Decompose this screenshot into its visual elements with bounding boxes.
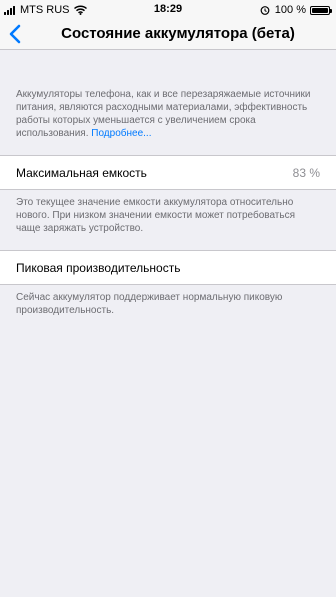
navigation-bar: Состояние аккумулятора (бета) bbox=[0, 20, 336, 50]
status-bar-right: 100 % bbox=[260, 3, 332, 17]
battery-icon bbox=[310, 5, 332, 15]
back-button[interactable] bbox=[6, 22, 28, 46]
status-bar: MTS RUS 18:29 100 % bbox=[0, 0, 336, 20]
page-title: Состояние аккумулятора (бета) bbox=[61, 25, 295, 42]
max-capacity-footer: Это текущее значение емкости аккумулятор… bbox=[16, 197, 296, 234]
intro-description: Аккумуляторы телефона, как и все перезар… bbox=[16, 88, 322, 140]
max-capacity-label: Максимальная емкость bbox=[16, 166, 147, 180]
peak-performance-row: Пиковая производительность bbox=[0, 250, 336, 285]
alarm-icon bbox=[260, 6, 270, 15]
peak-performance-footer: Сейчас аккумулятор поддерживает нормальн… bbox=[16, 292, 283, 316]
battery-percent: 100 % bbox=[274, 4, 306, 16]
chevron-left-icon bbox=[9, 24, 21, 44]
intro-text: Аккумуляторы телефона, как и все перезар… bbox=[16, 89, 311, 139]
peak-performance-label: Пиковая производительность bbox=[16, 261, 181, 275]
learn-more-link[interactable]: Подробнее... bbox=[91, 128, 151, 139]
max-capacity-value: 83 % bbox=[292, 166, 320, 180]
max-capacity-row: Максимальная емкость 83 % bbox=[0, 155, 336, 190]
